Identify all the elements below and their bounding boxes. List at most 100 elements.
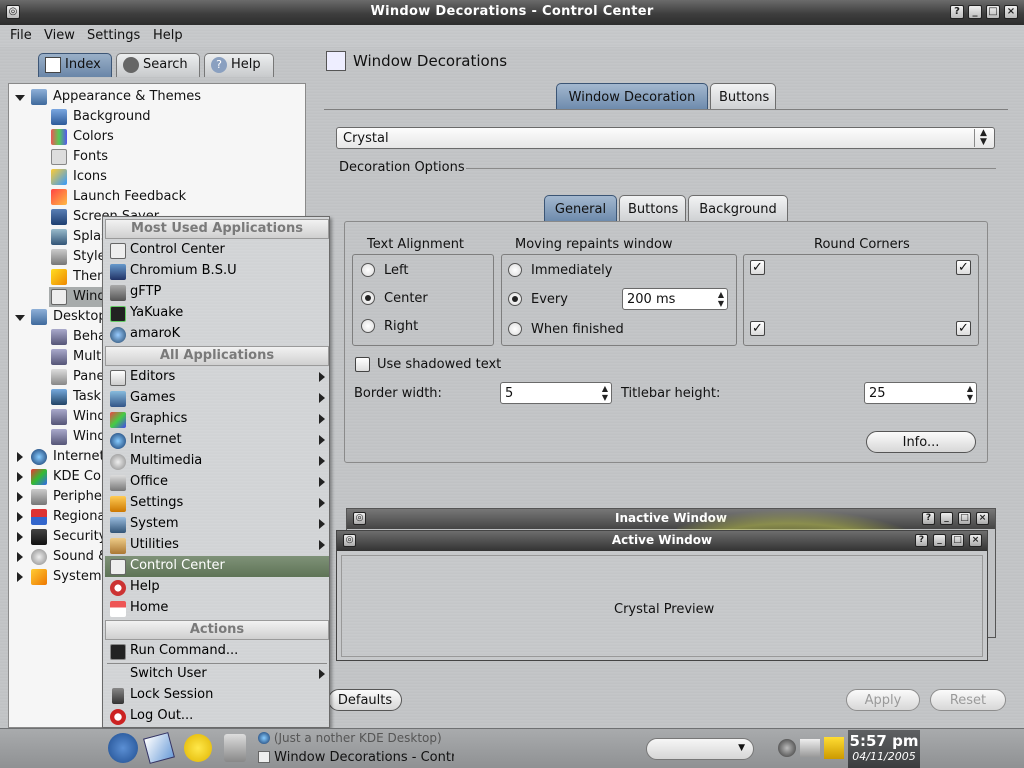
align-center-radio[interactable] (361, 291, 375, 305)
menu-item-control-center-2[interactable]: Control Center (105, 556, 329, 577)
menu-item-editors[interactable]: Editors (105, 367, 329, 388)
menu-item-gftp[interactable]: gFTP (105, 282, 329, 303)
clock[interactable]: 5:57 pm 04/11/2005 (848, 730, 920, 768)
maximize-icon[interactable]: □ (986, 5, 1000, 19)
tree-item-colors[interactable]: Colors (9, 127, 305, 147)
control-center-icon (110, 243, 126, 259)
k-menu-button-icon[interactable] (108, 733, 138, 763)
menu-item-log-out[interactable]: Log Out... (105, 706, 329, 727)
corner-top-left-checkbox[interactable]: ✓ (750, 260, 765, 275)
most-used-header: Most Used Applications (105, 219, 329, 239)
close-icon[interactable]: × (1004, 5, 1018, 19)
desktop-show-icon[interactable] (143, 732, 175, 764)
page-title: Window Decorations (353, 52, 508, 70)
corner-bottom-right-checkbox[interactable]: ✓ (956, 321, 971, 336)
border-width-label: Border width: (354, 386, 442, 401)
menu-view[interactable]: View (44, 28, 75, 43)
icons-icon (51, 169, 67, 185)
k-menu[interactable]: Most Used Applications Control Center Ch… (102, 216, 330, 728)
tree-item-launch-feedback[interactable]: Launch Feedback (9, 187, 305, 207)
help-icon[interactable]: ? (950, 5, 964, 19)
menu-item-graphics[interactable]: Graphics (105, 409, 329, 430)
menu-item-yakuake[interactable]: YaKuake (105, 303, 329, 324)
window-decorations-icon (326, 51, 346, 71)
repaint-finished-radio[interactable] (508, 322, 522, 336)
repaint-every-radio[interactable] (508, 292, 522, 306)
menu-file[interactable]: File (10, 28, 32, 43)
menu-item-internet[interactable]: Internet (105, 430, 329, 451)
shadowed-text-label: Use shadowed text (377, 357, 502, 372)
theme-icon (51, 269, 67, 285)
tray-speaker-icon[interactable] (778, 739, 796, 757)
tree-item-appearance[interactable]: Appearance & Themes (9, 87, 305, 107)
smiley-icon[interactable] (184, 734, 212, 762)
system-admin-icon (31, 569, 47, 585)
tab-window-decoration[interactable]: Window Decoration (556, 83, 708, 109)
info-button[interactable]: Info... (866, 431, 976, 453)
tree-item-icons[interactable]: Icons (9, 167, 305, 187)
repaint-every-label: Every (531, 292, 568, 307)
menu-item-help[interactable]: Help (105, 577, 329, 598)
border-width-spinbox[interactable]: 5 ▲ ▼ (500, 382, 612, 404)
close-icon: × (976, 512, 989, 525)
align-center-label: Center (384, 291, 428, 306)
menu-item-settings[interactable]: Settings (105, 493, 329, 514)
taskbar-task-control-center[interactable]: Window Decorations - Control Center (258, 750, 454, 765)
colors-icon (51, 129, 67, 145)
align-left-radio[interactable] (361, 263, 375, 277)
tree-item-background[interactable]: Background (9, 107, 305, 127)
menu-help[interactable]: Help (153, 28, 183, 43)
menu-item-office[interactable]: Office (105, 472, 329, 493)
window-specific-icon (51, 429, 67, 445)
apply-button[interactable]: Apply (846, 689, 920, 711)
tab-search[interactable]: Search (116, 53, 200, 77)
tab-buttons[interactable]: Buttons (710, 83, 776, 109)
titlebar-height-spinbox[interactable]: 25 ▲ ▼ (864, 382, 977, 404)
menu-item-system[interactable]: System (105, 514, 329, 535)
repaint-interval-value: 200 ms (627, 292, 676, 307)
subtab-buttons[interactable]: Buttons (619, 195, 686, 221)
repaint-immediately-radio[interactable] (508, 263, 522, 277)
clock-time: 5:57 pm (849, 732, 919, 750)
tray-user-icon[interactable] (824, 737, 844, 759)
power-icon (110, 709, 126, 725)
taskbar-combo[interactable]: ▼ (646, 738, 754, 760)
menu-item-home[interactable]: Home (105, 598, 329, 619)
tray-network-icon[interactable] (800, 739, 820, 757)
decoration-options-label: Decoration Options (339, 160, 465, 175)
subtab-general[interactable]: General (544, 195, 617, 221)
defaults-button[interactable]: Defaults (328, 689, 402, 711)
menu-item-games[interactable]: Games (105, 388, 329, 409)
menu-item-multimedia[interactable]: Multimedia (105, 451, 329, 472)
settings-icon (110, 496, 126, 512)
window-titlebar[interactable]: ◎ Window Decorations - Control Center ? … (0, 0, 1024, 25)
minimize-icon[interactable]: _ (968, 5, 982, 19)
corner-bottom-left-checkbox[interactable]: ✓ (750, 321, 765, 336)
menu-item-run-command[interactable]: Run Command... (105, 641, 329, 662)
reset-button[interactable]: Reset (930, 689, 1006, 711)
menu-item-amarok[interactable]: amaroK (105, 324, 329, 345)
menu-settings[interactable]: Settings (87, 28, 140, 43)
repaint-interval-spinbox[interactable]: 200 ms ▲ ▼ (622, 288, 728, 310)
corner-top-right-checkbox[interactable]: ✓ (956, 260, 971, 275)
trash-icon[interactable] (224, 734, 246, 762)
repaint-title: Moving repaints window (515, 237, 673, 252)
menu-item-switch-user[interactable]: Switch User (105, 664, 329, 685)
taskbar-task-desktop[interactable]: (Just a nother KDE Desktop) (258, 731, 442, 745)
menu-item-control-center[interactable]: Control Center (105, 240, 329, 261)
control-center-icon (110, 559, 126, 575)
active-window-titlebar: Active Window (337, 531, 987, 551)
menu-item-chromium[interactable]: Chromium B.S.U (105, 261, 329, 282)
preview-body: Crystal Preview (341, 555, 983, 657)
tab-help[interactable]: ? Help (204, 53, 274, 77)
shadowed-text-checkbox[interactable] (355, 357, 370, 372)
menu-item-lock-session[interactable]: Lock Session (105, 685, 329, 706)
help-icon: ? (211, 57, 227, 73)
decoration-select[interactable]: Crystal ▲ ▼ (336, 127, 995, 149)
tree-item-fonts[interactable]: Fonts (9, 147, 305, 167)
subtab-background[interactable]: Background (688, 195, 788, 221)
align-right-radio[interactable] (361, 319, 375, 333)
search-icon (123, 57, 139, 73)
menu-item-utilities[interactable]: Utilities (105, 535, 329, 556)
tab-index[interactable]: Index (38, 53, 112, 77)
